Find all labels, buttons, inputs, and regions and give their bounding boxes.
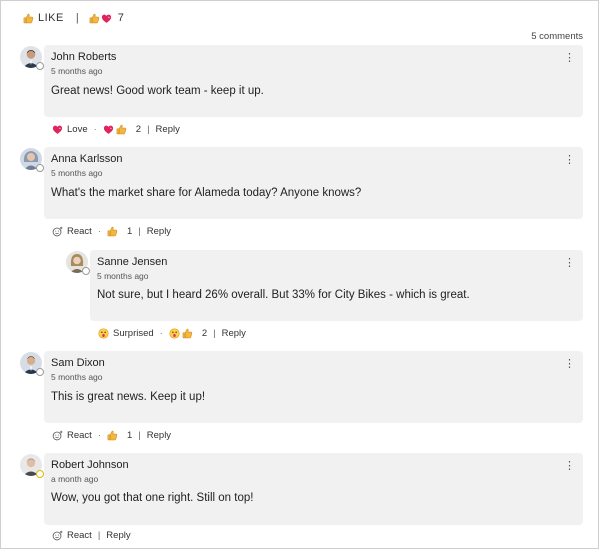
author-name[interactable]: Robert Johnson <box>51 459 129 471</box>
status-indicator <box>36 470 44 478</box>
avatar[interactable] <box>20 46 44 70</box>
status-indicator <box>36 164 44 172</box>
status-indicator <box>82 267 90 275</box>
avatar[interactable] <box>20 454 44 478</box>
more-options-icon[interactable]: ⋮ <box>564 53 575 64</box>
avatar[interactable] <box>66 251 90 275</box>
thumbs-up-icon <box>182 328 193 339</box>
comment-bubble: John Roberts 5 months ago Great news! Go… <box>44 45 583 117</box>
add-reaction-icon <box>52 430 63 441</box>
react-button[interactable]: React <box>67 430 92 441</box>
reply-button[interactable]: Reply <box>147 226 171 237</box>
comment-text: Not sure, but I heard 26% overall. But 3… <box>97 289 470 301</box>
reaction-count[interactable]: 2 <box>136 124 141 135</box>
thumbs-up-icon <box>107 226 118 237</box>
reaction-count[interactable]: 2 <box>202 328 207 339</box>
author-name[interactable]: John Roberts <box>51 51 116 63</box>
divider: | <box>138 226 141 237</box>
comment-bubble: Sanne Jensen 5 months ago Not sure, but … <box>90 250 583 321</box>
more-options-icon[interactable]: ⋮ <box>564 461 575 472</box>
comment-actions: React · 1 | Reply <box>52 226 171 237</box>
reaction-count[interactable]: 7 <box>118 12 124 24</box>
comment-actions: React | Reply <box>52 530 131 541</box>
react-button[interactable]: Surprised <box>113 328 154 339</box>
comment-actions: Love · 2 | Reply <box>52 124 180 135</box>
react-button[interactable]: React <box>67 226 92 237</box>
post-reaction-bar: LIKE | 7 <box>23 10 124 26</box>
more-options-icon[interactable]: ⋮ <box>564 359 575 370</box>
timestamp: 5 months ago <box>51 66 103 76</box>
heart-icon <box>103 124 114 135</box>
avatar[interactable] <box>20 352 44 376</box>
add-reaction-icon <box>52 530 63 541</box>
more-options-icon[interactable]: ⋮ <box>564 258 575 269</box>
reaction-count[interactable]: 1 <box>127 430 132 441</box>
comment-bubble: Sam Dixon 5 months ago This is great new… <box>44 351 583 423</box>
thumbs-up-icon <box>116 124 127 135</box>
author-name[interactable]: Anna Karlsson <box>51 153 123 165</box>
comment-bubble: Robert Johnson a month ago Wow, you got … <box>44 453 583 525</box>
divider: | <box>75 12 79 24</box>
react-button[interactable]: Love <box>67 124 88 135</box>
timestamp: a month ago <box>51 474 99 484</box>
more-options-icon[interactable]: ⋮ <box>564 155 575 166</box>
surprised-face-icon <box>98 328 109 339</box>
thumbs-up-icon[interactable] <box>23 13 34 24</box>
divider: | <box>213 328 216 339</box>
comment-text: Wow, you got that one right. Still on to… <box>51 492 254 504</box>
author-name[interactable]: Sam Dixon <box>51 357 105 369</box>
separator-dot: · <box>159 328 163 339</box>
react-button[interactable]: React <box>67 530 92 541</box>
avatar[interactable] <box>20 148 44 172</box>
comment-actions: Surprised · 2 | Reply <box>98 328 246 339</box>
divider: | <box>138 430 141 441</box>
separator-dot: · <box>97 226 101 237</box>
reaction-count[interactable]: 1 <box>127 226 132 237</box>
reply-button[interactable]: Reply <box>222 328 246 339</box>
comment-actions: React · 1 | Reply <box>52 430 171 441</box>
divider: | <box>97 530 101 541</box>
timestamp: 5 months ago <box>51 168 103 178</box>
like-button[interactable]: LIKE <box>38 12 64 24</box>
separator-dot: · <box>93 124 97 135</box>
status-indicator <box>36 62 44 70</box>
status-indicator <box>36 368 44 376</box>
reply-button[interactable]: Reply <box>156 124 180 135</box>
comment-text: What's the market share for Alameda toda… <box>51 187 362 199</box>
thumbs-up-icon <box>89 13 100 24</box>
timestamp: 5 months ago <box>97 271 149 281</box>
reply-button[interactable]: Reply <box>147 430 171 441</box>
reply-button[interactable]: Reply <box>106 530 130 541</box>
comment-text: This is great news. Keep it up! <box>51 391 206 403</box>
heart-icon <box>52 124 63 135</box>
separator-dot: · <box>97 430 101 441</box>
comment-text: Great news! Good work team - keep it up. <box>51 85 264 97</box>
add-reaction-icon <box>52 226 63 237</box>
surprised-face-icon <box>169 328 180 339</box>
thumbs-up-icon <box>107 430 118 441</box>
comments-panel: LIKE | 7 5 comments John Roberts 5 month… <box>0 0 599 549</box>
divider: | <box>147 124 150 135</box>
timestamp: 5 months ago <box>51 372 103 382</box>
comment-count: 5 comments <box>531 31 583 42</box>
author-name[interactable]: Sanne Jensen <box>97 256 167 268</box>
comment-bubble: Anna Karlsson 5 months ago What's the ma… <box>44 147 583 219</box>
heart-icon <box>101 13 112 24</box>
